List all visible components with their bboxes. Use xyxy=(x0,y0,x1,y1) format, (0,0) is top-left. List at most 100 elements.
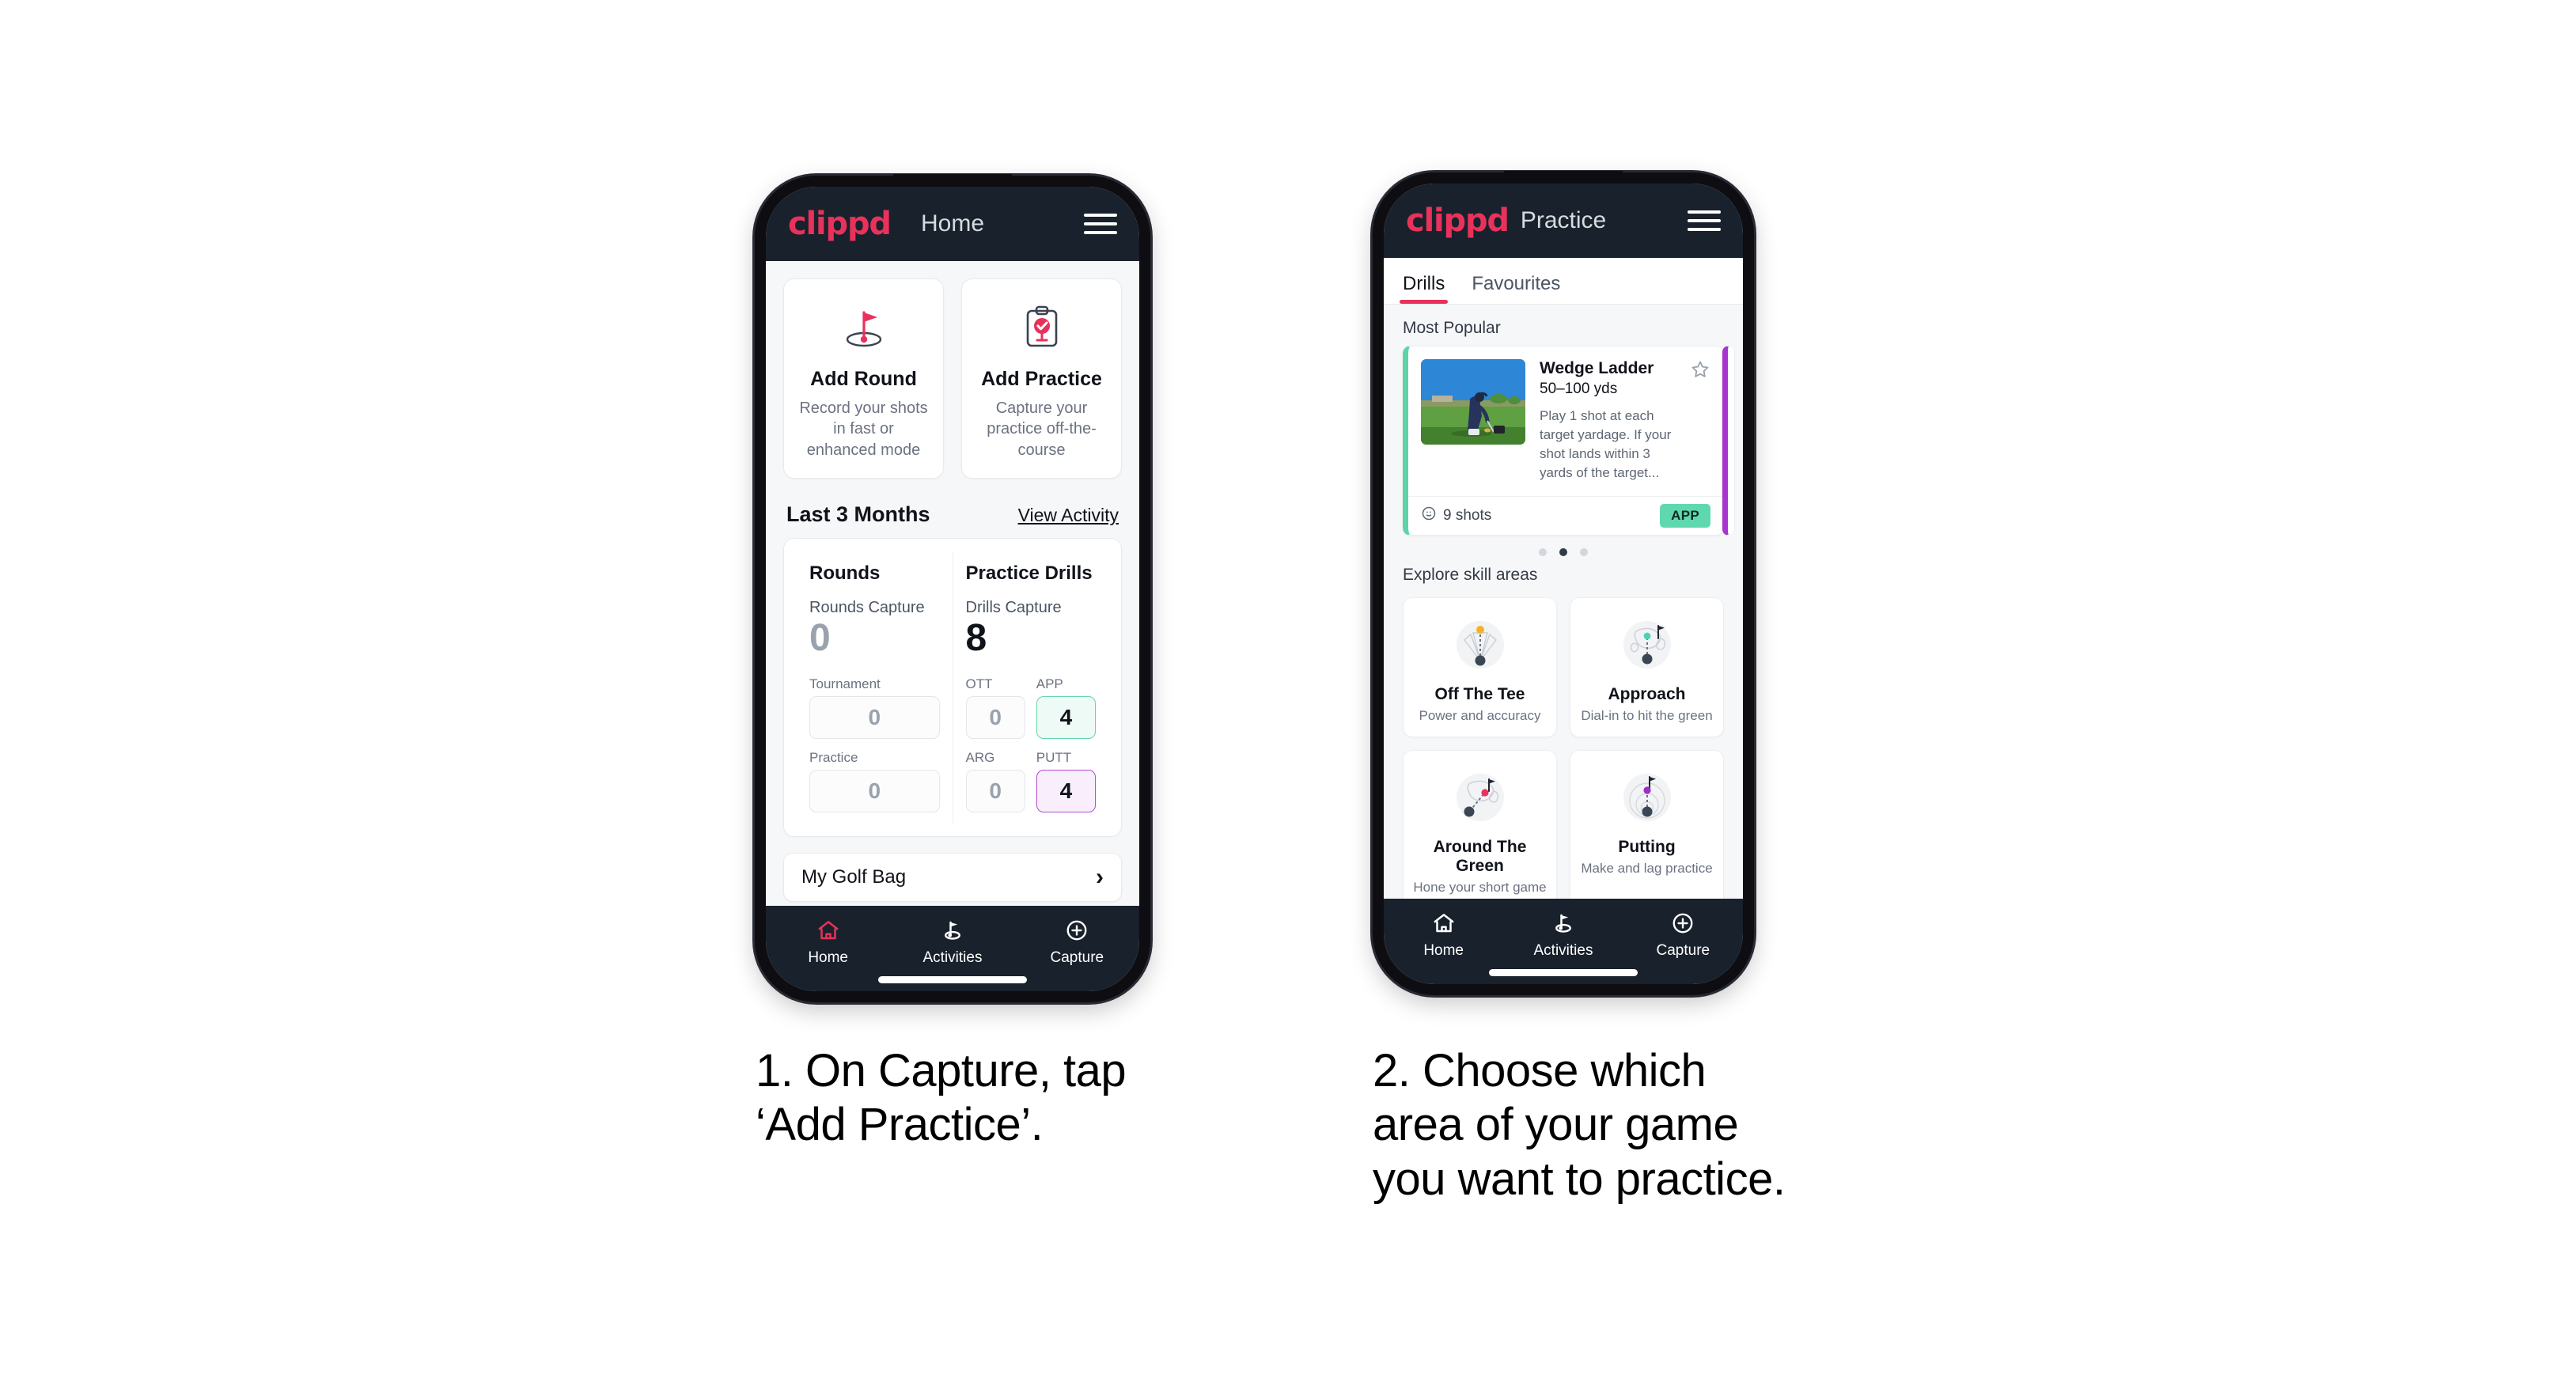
nav-item-capture[interactable]: Capture xyxy=(1623,910,1743,960)
add-round-card[interactable]: Add Round Record your shots in fast or e… xyxy=(783,278,944,479)
skill-subtitle: Make and lag practice xyxy=(1581,860,1713,876)
tournament-value[interactable]: 0 xyxy=(809,696,940,740)
practice-tabs: Drills Favourites xyxy=(1384,258,1743,305)
rounds-row-practice: Practice 0 xyxy=(809,750,940,813)
drill-card-wedge-ladder[interactable]: Wedge Ladder 50–100 yds Play 1 shot at e… xyxy=(1403,346,1724,536)
practice-stat: Practice 0 xyxy=(809,750,940,813)
drills-capture-value: 8 xyxy=(965,617,987,660)
phone-notch xyxy=(1504,171,1623,180)
drill-description: Play 1 shot at each target yardage. If y… xyxy=(1540,408,1672,481)
clock-icon xyxy=(1421,506,1437,526)
arg-stat: ARG 0 xyxy=(965,750,1025,813)
add-practice-card[interactable]: Add Practice Capture your practice off-t… xyxy=(961,278,1122,479)
carousel-dot-3[interactable] xyxy=(1580,547,1588,556)
ott-value[interactable]: 0 xyxy=(965,696,1025,740)
clipboard-check-tee-icon xyxy=(970,298,1113,357)
skill-subtitle: Hone your short game xyxy=(1413,879,1547,895)
ott-stat: OTT 0 xyxy=(965,676,1025,740)
rounds-capture-value: 0 xyxy=(809,617,831,660)
explore-skill-areas-label: Explore skill areas xyxy=(1403,565,1538,584)
nav-label-activities: Activities xyxy=(1533,942,1593,959)
caption-step-1-line-1: 1. On Capture, tap xyxy=(756,1045,1127,1096)
drills-mini-grid: OTT 0 APP 4 ARG 0 PUTT 4 xyxy=(965,676,1096,813)
golf-flag-icon xyxy=(890,917,1014,944)
nav-item-home[interactable]: Home xyxy=(1384,910,1503,960)
chevron-right-icon: › xyxy=(1096,864,1104,891)
nav-item-capture[interactable]: Capture xyxy=(1015,917,1139,967)
rounds-row-tournament: Tournament 0 xyxy=(809,676,940,740)
view-activity-link[interactable]: View Activity xyxy=(1018,505,1119,526)
app-stat: APP 4 xyxy=(1036,676,1096,740)
caption-step-1: 1. On Capture, tap ‘Add Practice’. xyxy=(756,1044,1262,1153)
bottom-nav-practice: Home Activities Capture xyxy=(1384,899,1743,984)
drill-card-next-peek[interactable] xyxy=(1722,346,1735,536)
practice-value[interactable]: 0 xyxy=(809,770,940,813)
drill-carousel[interactable]: Wedge Ladder 50–100 yds Play 1 shot at e… xyxy=(1384,346,1743,536)
skill-card-approach[interactable]: Approach Dial-in to hit the green xyxy=(1570,596,1724,737)
off-the-tee-icon xyxy=(1410,611,1550,679)
nav-item-home[interactable]: Home xyxy=(766,917,890,967)
putt-value[interactable]: 4 xyxy=(1036,770,1096,813)
phone-frame-practice: clippd Practice Drills Favourites Most P… xyxy=(1373,171,1754,995)
caption-step-2: 2. Choose which area of your game you wa… xyxy=(1373,1044,1911,1206)
drill-yardage: 50–100 yds xyxy=(1540,381,1618,398)
skill-areas-grid: Off The Tee Power and accuracy Approach … xyxy=(1384,593,1743,899)
my-golf-bag-label: My Golf Bag xyxy=(801,866,907,888)
tab-favourites[interactable]: Favourites xyxy=(1472,273,1560,304)
putt-label: PUTT xyxy=(1036,750,1072,766)
drills-row-1: OTT 0 APP 4 xyxy=(965,676,1096,740)
drills-capture-label: Drills Capture xyxy=(965,599,1062,617)
around-the-green-icon xyxy=(1410,763,1550,831)
phone-notch xyxy=(893,174,1012,183)
my-golf-bag-row[interactable]: My Golf Bag › xyxy=(783,853,1122,903)
drill-skill-badge: APP xyxy=(1660,503,1710,528)
nav-item-activities[interactable]: Activities xyxy=(1503,910,1623,960)
add-round-title: Add Round xyxy=(810,368,917,390)
skill-card-around-the-green[interactable]: Around The Green Hone your short game xyxy=(1403,749,1557,899)
golf-flag-icon xyxy=(1503,910,1623,937)
phone-screen-home: clippd Home Add Round Record your shots … xyxy=(766,187,1139,991)
arg-label: ARG xyxy=(965,750,995,766)
nav-label-capture: Capture xyxy=(1050,949,1104,966)
add-practice-subtitle: Capture your practice off-the-course xyxy=(987,400,1097,459)
star-outline-icon[interactable] xyxy=(1690,359,1710,380)
section-title: Last 3 Months xyxy=(786,502,930,527)
carousel-dot-1[interactable] xyxy=(1539,547,1547,556)
bottom-nav-home: Home Activities Capture xyxy=(766,906,1139,991)
drill-meta: Wedge Ladder 50–100 yds Play 1 shot at e… xyxy=(1540,359,1710,483)
app-value[interactable]: 4 xyxy=(1036,696,1096,740)
skill-title: Putting xyxy=(1618,837,1676,856)
plus-circle-icon xyxy=(1015,917,1139,944)
phone-frame-home: clippd Home Add Round Record your shots … xyxy=(755,174,1150,1002)
nav-label-capture: Capture xyxy=(1656,942,1710,959)
caption-step-2-line-3: you want to practice. xyxy=(1373,1153,1786,1205)
quick-actions: Add Round Record your shots in fast or e… xyxy=(766,261,1139,479)
last-3-months-header: Last 3 Months View Activity xyxy=(766,479,1139,538)
drills-title: Practice Drills xyxy=(965,562,1093,585)
clippd-logo[interactable]: clippd xyxy=(788,206,892,242)
hamburger-icon[interactable] xyxy=(1688,210,1721,231)
arg-value[interactable]: 0 xyxy=(965,770,1025,813)
caption-step-1-line-2: ‘Add Practice’. xyxy=(756,1099,1044,1151)
nav-item-activities[interactable]: Activities xyxy=(890,917,1014,967)
caption-step-2-line-2: area of your game xyxy=(1373,1099,1739,1151)
skill-card-off-the-tee[interactable]: Off The Tee Power and accuracy xyxy=(1403,596,1557,737)
clippd-logo[interactable]: clippd xyxy=(1406,203,1510,239)
drill-shots-label: 9 shots xyxy=(1443,506,1492,524)
skill-card-putting[interactable]: Putting Make and lag practice xyxy=(1570,749,1724,899)
nav-label-activities: Activities xyxy=(922,949,983,966)
ott-label: OTT xyxy=(965,676,993,692)
carousel-dot-2[interactable] xyxy=(1559,547,1567,556)
putting-icon xyxy=(1577,763,1717,831)
app-label: APP xyxy=(1036,676,1063,692)
drills-row-2: ARG 0 PUTT 4 xyxy=(965,750,1096,813)
skill-subtitle: Power and accuracy xyxy=(1419,707,1541,723)
tab-drills[interactable]: Drills xyxy=(1399,273,1449,305)
drill-title: Wedge Ladder xyxy=(1540,359,1654,378)
rounds-mini-grid: Tournament 0 Practice 0 xyxy=(809,676,940,813)
hamburger-icon[interactable] xyxy=(1084,214,1117,234)
rounds-column: Rounds Rounds Capture 0 Tournament 0 Pra… xyxy=(797,551,953,824)
drill-thumbnail xyxy=(1421,359,1525,445)
home-icon xyxy=(766,917,890,944)
tutorial-screenshot: clippd Home Add Round Record your shots … xyxy=(0,0,2576,1386)
